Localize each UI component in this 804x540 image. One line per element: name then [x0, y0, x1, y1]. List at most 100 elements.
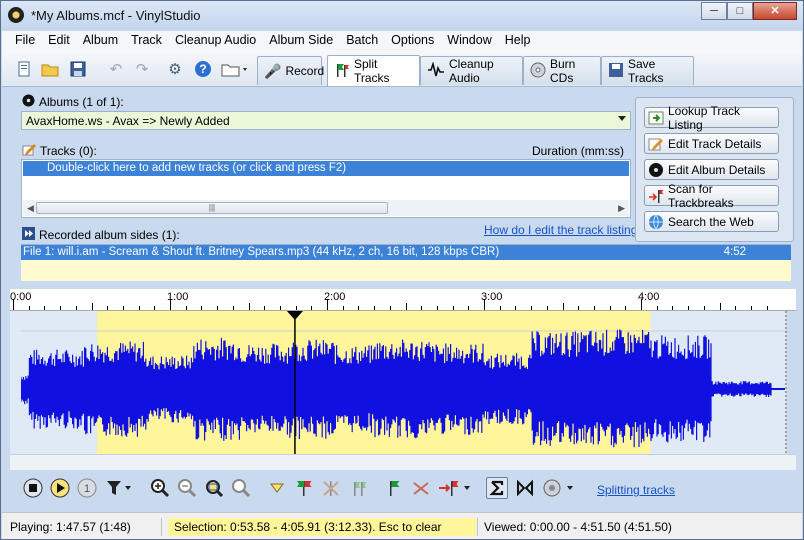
stop-icon[interactable]: [22, 477, 44, 499]
add-track-row[interactable]: Double-click here to add new tracks (or …: [23, 161, 629, 176]
scrollbar-thumb[interactable]: |||: [36, 202, 388, 214]
splitting-tracks-link[interactable]: Splitting tracks: [597, 483, 675, 497]
status-bar: Playing: 1:47.57 (1:48) Selection: 0:53.…: [2, 512, 802, 539]
title-bar[interactable]: *My Albums.mcf - VinylStudio ─ □ ✕: [1, 1, 803, 30]
waveform-left-margin: [10, 311, 21, 454]
filter-icon[interactable]: [105, 477, 133, 499]
recorded-sides-list[interactable]: File 1: will.i.am - Scream & Shout ft. B…: [21, 244, 791, 281]
waveform-scrollbar[interactable]: [10, 454, 796, 470]
scan-for-trackbreaks-button[interactable]: Scan for Trackbreaks: [644, 182, 779, 210]
panel-splitter[interactable]: [2, 282, 802, 288]
trackbreak-icon[interactable]: [293, 477, 315, 499]
recorded-label: Recorded album sides (1):: [39, 228, 180, 242]
tab-split-tracks[interactable]: Split Tracks: [327, 55, 420, 86]
auto-breaks-icon[interactable]: [347, 477, 369, 499]
menu-batch[interactable]: Batch: [340, 31, 385, 50]
search-the-web-button[interactable]: Search the Web: [644, 211, 779, 232]
tab-cleanup-audio[interactable]: Cleanup Audio: [420, 56, 523, 85]
timeline-tick: [452, 306, 454, 310]
recorded-header: Recorded album sides (1):: [22, 227, 180, 243]
album-panel: Albums (1 of 1): AvaxHome.ws - Avax => N…: [8, 89, 799, 282]
menu-file[interactable]: File: [9, 31, 42, 50]
scroll-left-icon[interactable]: ◀: [27, 203, 34, 214]
zoom-out-icon[interactable]: [176, 477, 198, 499]
recorded-side-duration: 4:52: [723, 246, 746, 258]
timeline-tick: [766, 306, 768, 310]
end-flag-icon[interactable]: [437, 477, 473, 499]
help-icon[interactable]: ?: [193, 59, 213, 79]
bowtie-icon[interactable]: [514, 477, 536, 499]
albums-label: Albums (1 of 1):: [39, 95, 124, 109]
minimize-button[interactable]: ─: [701, 2, 727, 20]
zoom-reset-icon[interactable]: [230, 477, 252, 499]
timeline-tick: [593, 306, 595, 310]
tab-record[interactable]: 🎤 Record: [257, 56, 325, 85]
zoom-in-icon[interactable]: [149, 477, 171, 499]
undo-icon[interactable]: ↶: [106, 59, 126, 79]
timeline-tick: [389, 306, 391, 310]
tab-save-tracks[interactable]: Save Tracks: [601, 56, 694, 85]
sigma-icon[interactable]: [486, 477, 508, 499]
scroll-right-icon[interactable]: ▶: [618, 203, 625, 214]
timeline-tick: [609, 306, 611, 310]
waveform-view[interactable]: [21, 311, 787, 454]
tracks-edit-icon: [22, 143, 36, 159]
tab-burn-cds[interactable]: Burn CDs: [523, 56, 601, 85]
settings-icon[interactable]: ⚙: [165, 59, 185, 79]
cd-icon: [530, 62, 546, 81]
edit-track-listing-help-link[interactable]: How do I edit the track listing?: [484, 223, 644, 237]
album-select[interactable]: AvaxHome.ws - Avax => Newly Added: [21, 111, 631, 130]
remove-flag-icon[interactable]: [410, 477, 432, 499]
timeline-tick: [735, 306, 737, 310]
redo-icon[interactable]: ↷: [132, 59, 152, 79]
timeline-tick: [60, 306, 62, 310]
toolbar: ↶ ↷ ⚙ ? 🎤 Record Split Tracks Cleanup Aud…: [2, 50, 802, 87]
scan-for-trackbreaks-label: Scan for Trackbreaks: [668, 181, 734, 210]
timeline-tick: [201, 306, 203, 310]
close-button[interactable]: ✕: [753, 2, 797, 20]
chevron-down-icon[interactable]: [618, 116, 626, 121]
album-select-value: AvaxHome.ws - Avax => Newly Added: [26, 114, 230, 128]
start-flag-icon[interactable]: [383, 477, 405, 499]
timeline-tick: [311, 306, 313, 310]
tracks-header: Tracks (0):: [22, 143, 97, 159]
timeline-ruler[interactable]: 0:00 1:00 2:00 3:00 4:00: [10, 289, 796, 311]
menu-edit[interactable]: Edit: [42, 31, 77, 50]
timeline-tick: [688, 306, 690, 310]
edit-album-details-button[interactable]: Edit Album Details: [644, 159, 779, 180]
timeline-tick: [264, 306, 266, 310]
app-window: *My Albums.mcf - VinylStudio ─ □ ✕ File …: [0, 0, 804, 540]
delete-breaks-icon[interactable]: [320, 477, 342, 499]
menu-options[interactable]: Options: [385, 31, 441, 50]
track-list[interactable]: Double-click here to add new tracks (or …: [21, 159, 631, 218]
timeline-tick: [185, 306, 187, 310]
save-icon[interactable]: [68, 59, 88, 79]
play-one-icon[interactable]: 1: [76, 477, 98, 499]
new-file-icon[interactable]: [14, 59, 34, 79]
timeline-tick: [656, 306, 658, 310]
timeline-tick: [515, 306, 517, 310]
play-icon[interactable]: [49, 477, 71, 499]
tab-record-label: Record: [285, 64, 325, 78]
search-the-web-label: Search the Web: [668, 214, 754, 229]
recorded-side-row[interactable]: File 1: will.i.am - Scream & Shout ft. B…: [21, 245, 791, 260]
menu-cleanup-audio[interactable]: Cleanup Audio: [169, 31, 263, 50]
open-folder-icon[interactable]: [40, 59, 60, 79]
record-disc-icon: [22, 94, 35, 110]
menu-album[interactable]: Album: [77, 31, 125, 50]
timeline-tick: [625, 306, 627, 310]
speaker-icon[interactable]: [542, 477, 578, 499]
menu-bar: File Edit Album Track Cleanup Audio Albu…: [2, 31, 802, 50]
menu-window[interactable]: Window: [441, 31, 498, 50]
edit-track-details-button[interactable]: Edit Track Details: [644, 133, 779, 154]
track-list-scrollbar[interactable]: ◀ ||| ▶: [23, 200, 629, 216]
timeline-tick: [122, 306, 124, 310]
marker-icon[interactable]: [266, 477, 288, 499]
menu-help[interactable]: Help: [499, 31, 538, 50]
menu-album-side[interactable]: Album Side: [263, 31, 340, 50]
lookup-track-listing-button[interactable]: Lookup Track Listing: [644, 104, 779, 132]
menu-track[interactable]: Track: [125, 31, 169, 50]
folder-dropdown-icon[interactable]: [221, 59, 251, 79]
maximize-button[interactable]: □: [727, 2, 753, 20]
zoom-selection-icon[interactable]: [203, 477, 225, 499]
